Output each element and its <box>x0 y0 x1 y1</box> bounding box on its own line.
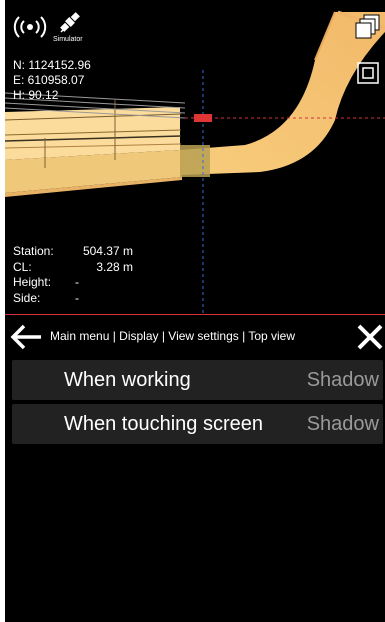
height-value: H: 90.12 <box>13 88 59 102</box>
satellite-icon <box>60 12 80 33</box>
viewport-divider <box>5 314 385 315</box>
setting-value: Shadow <box>306 413 379 435</box>
setting-when-touching-screen[interactable]: When touching screen Shadow <box>12 404 383 444</box>
setting-label: When working <box>64 369 191 391</box>
simulator-label: Simulator <box>53 36 83 43</box>
map-viewport[interactable]: Simulator N: 1124152.96 E: 610958.07 H: … <box>5 0 385 315</box>
setting-label: When touching screen <box>64 413 264 435</box>
close-icon[interactable] <box>355 322 385 352</box>
back-arrow-icon[interactable] <box>9 324 43 350</box>
northing-value: N: 1124152.96 <box>13 58 91 72</box>
app-screen: Simulator N: 1124152.96 E: 610958.07 H: … <box>5 0 385 622</box>
joint-block <box>180 145 210 177</box>
coordinate-readout: N: 1124152.96 E: 610958.07 H: 90.12 <box>13 58 91 103</box>
station-row: Station: 504.37 m <box>13 244 133 258</box>
cl-row: CL: 3.28 m <box>13 259 133 274</box>
side-row: Side: - <box>13 290 79 305</box>
breadcrumb: Main menu | Display | View settings | To… <box>50 329 296 343</box>
position-marker <box>194 114 212 122</box>
frame-icon[interactable] <box>357 62 379 84</box>
station-info-panel: Station: 504.37 m CL: 3.28 m Height: - S… <box>13 244 133 306</box>
layers-icon[interactable] <box>355 13 381 41</box>
setting-when-working[interactable]: When working Shadow <box>12 360 383 400</box>
breadcrumb-bar: Main menu | Display | View settings | To… <box>5 316 385 358</box>
easting-value: E: 610958.07 <box>13 73 85 87</box>
gps-signal-icon <box>13 16 47 38</box>
setting-value: Shadow <box>306 369 379 391</box>
height-row: Height: - <box>13 275 79 289</box>
